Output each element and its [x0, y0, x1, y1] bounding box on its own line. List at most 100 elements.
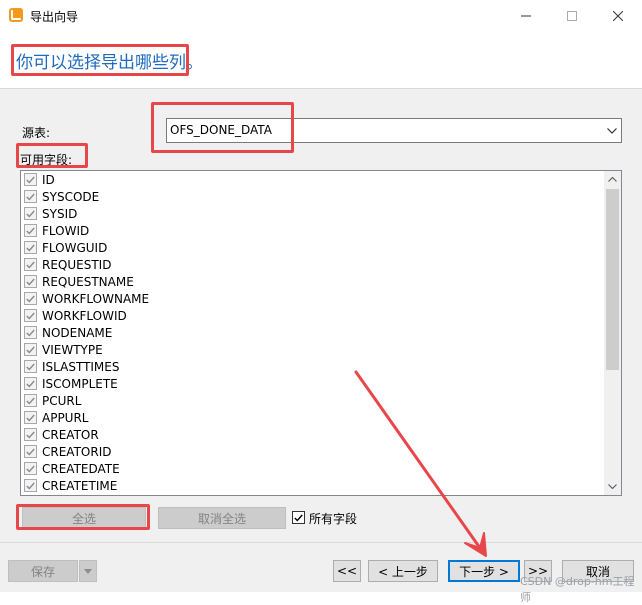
field-checkbox[interactable]: [24, 343, 37, 356]
field-checkbox[interactable]: [24, 360, 37, 373]
check-icon: [26, 346, 35, 354]
field-label: FLOWGUID: [42, 240, 108, 255]
field-checkbox[interactable]: [24, 258, 37, 271]
field-label: CREATEDATE: [42, 461, 120, 476]
field-checkbox[interactable]: [24, 224, 37, 237]
minimize-icon: [521, 15, 531, 17]
check-icon: [26, 193, 35, 201]
field-list-item[interactable]: NODENAME: [21, 324, 604, 341]
field-label: REQUESTNAME: [42, 274, 134, 289]
field-checkbox[interactable]: [24, 445, 37, 458]
field-list-item[interactable]: SYSCODE: [21, 188, 604, 205]
check-icon: [26, 261, 35, 269]
fields-list: ID SYSCODE SYSID FLOWID FLOWGUID REQUESTID REQ…: [21, 171, 604, 495]
field-checkbox[interactable]: [24, 462, 37, 475]
previous-button[interactable]: < 上一步: [368, 560, 438, 582]
field-list-item[interactable]: REQUESTNAME: [21, 273, 604, 290]
chevron-down-icon: [84, 568, 92, 574]
field-checkbox[interactable]: [24, 394, 37, 407]
field-list-item[interactable]: ID: [21, 171, 604, 188]
check-icon: [26, 329, 35, 337]
deselect-all-button[interactable]: 取消全选: [158, 507, 286, 529]
check-icon: [26, 278, 35, 286]
save-dropdown-button[interactable]: [79, 560, 97, 582]
check-icon: [26, 448, 35, 456]
check-icon: [26, 244, 35, 252]
scroll-down-icon[interactable]: [604, 478, 621, 495]
close-icon: [613, 11, 623, 21]
app-icon: [8, 7, 24, 23]
source-table-label: 源表:: [22, 126, 51, 140]
close-button[interactable]: [595, 0, 641, 32]
maximize-button[interactable]: [549, 0, 595, 32]
field-checkbox[interactable]: [24, 173, 37, 186]
scroll-thumb[interactable]: [606, 189, 619, 370]
check-icon: [26, 380, 35, 388]
field-list-item[interactable]: FLOWID: [21, 222, 604, 239]
field-checkbox[interactable]: [24, 479, 37, 492]
field-label: WORKFLOWID: [42, 308, 127, 323]
field-list-item[interactable]: REQUESTID: [21, 256, 604, 273]
check-icon: [26, 465, 35, 473]
check-icon: [26, 227, 35, 235]
check-icon: [26, 482, 35, 490]
field-label: ID: [42, 172, 55, 187]
field-label: APPURL: [42, 410, 89, 425]
check-icon: [26, 312, 35, 320]
field-checkbox[interactable]: [24, 207, 37, 220]
check-icon: [26, 414, 35, 422]
save-button[interactable]: 保存: [8, 560, 78, 582]
annotation-box-select-all: [16, 504, 150, 530]
watermark: CSDN @drop-hm工程师: [520, 575, 635, 604]
next-button[interactable]: 下一步 >: [448, 560, 520, 582]
field-list-item[interactable]: CREATORID: [21, 443, 604, 460]
chevron-down-icon[interactable]: [603, 119, 621, 142]
field-list-item[interactable]: CREATEDATE: [21, 460, 604, 477]
field-label: CREATETIME: [42, 478, 118, 493]
field-label: SYSCODE: [42, 189, 100, 204]
check-icon: [294, 514, 303, 522]
field-label: CREATORID: [42, 444, 112, 459]
first-page-button[interactable]: <<: [333, 560, 361, 582]
field-checkbox[interactable]: [24, 377, 37, 390]
field-checkbox[interactable]: [24, 292, 37, 305]
field-checkbox[interactable]: [24, 326, 37, 339]
field-list-item[interactable]: ISCOMPLETE: [21, 375, 604, 392]
scroll-up-icon[interactable]: [604, 171, 621, 188]
field-list-item[interactable]: CREATETIME: [21, 477, 604, 494]
field-list-item[interactable]: VIEWTYPE: [21, 341, 604, 358]
all-fields-checkbox[interactable]: [292, 511, 305, 524]
field-checkbox[interactable]: [24, 275, 37, 288]
field-checkbox[interactable]: [24, 428, 37, 441]
field-checkbox[interactable]: [24, 411, 37, 424]
field-list-item[interactable]: CREATOR: [21, 426, 604, 443]
annotation-box-source: [151, 102, 294, 153]
annotation-box-fields: [16, 143, 88, 168]
check-icon: [26, 295, 35, 303]
field-list-item[interactable]: ISLASTTIMES: [21, 358, 604, 375]
field-label: ISLASTTIMES: [42, 359, 120, 374]
check-icon: [26, 363, 35, 371]
field-list-item[interactable]: APPURL: [21, 409, 604, 426]
field-label: PCURL: [42, 393, 82, 408]
field-list-item[interactable]: PCURL: [21, 392, 604, 409]
field-checkbox[interactable]: [24, 241, 37, 254]
check-icon: [26, 210, 35, 218]
field-list-item[interactable]: SYSID: [21, 205, 604, 222]
annotation-box-title: [11, 44, 189, 76]
field-label: VIEWTYPE: [42, 342, 103, 357]
field-list-item[interactable]: FLOWGUID: [21, 239, 604, 256]
field-label: NODENAME: [42, 325, 113, 340]
window-title: 导出向导: [30, 10, 79, 24]
field-label: FLOWID: [42, 223, 90, 238]
minimize-button[interactable]: [503, 0, 549, 32]
check-icon: [26, 176, 35, 184]
field-list-item[interactable]: WORKFLOWID: [21, 307, 604, 324]
check-icon: [26, 431, 35, 439]
field-list-item[interactable]: WORKFLOWNAME: [21, 290, 604, 307]
field-checkbox[interactable]: [24, 309, 37, 322]
field-checkbox[interactable]: [24, 190, 37, 203]
field-label: SYSID: [42, 206, 78, 221]
all-fields-label: 所有字段: [309, 512, 358, 526]
field-label: CREATOR: [42, 427, 99, 442]
